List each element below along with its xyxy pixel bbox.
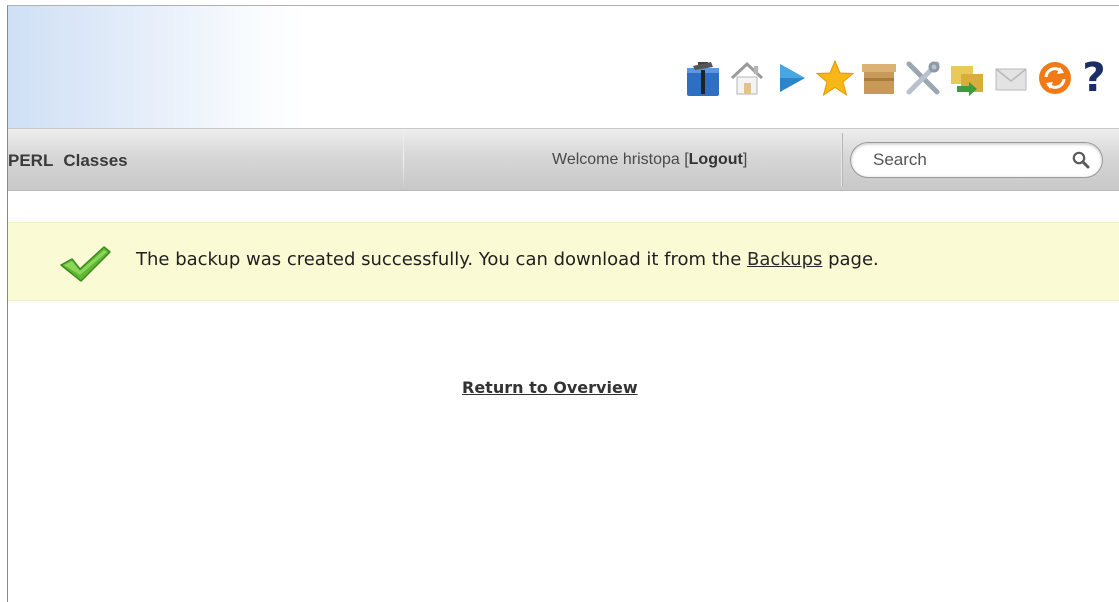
return-to-overview-link[interactable]: Return to Overview	[462, 378, 638, 397]
backups-link[interactable]: Backups	[747, 249, 822, 270]
favorites-star-icon[interactable]	[814, 57, 856, 99]
search-box	[850, 142, 1103, 178]
header-banner: ?	[8, 6, 1119, 128]
build-tools-icon[interactable]	[682, 57, 724, 99]
nav-divider	[403, 129, 404, 190]
transfer-icon[interactable]	[946, 57, 988, 99]
nav-link-classes[interactable]: Classes	[63, 151, 127, 171]
app-window: ? PERL Classes Welcome hristopa [Logout]…	[7, 5, 1119, 602]
nav-links: PERL Classes	[8, 151, 128, 171]
refresh-icon[interactable]	[1034, 57, 1076, 99]
tools-icon[interactable]	[902, 57, 944, 99]
welcome-suffix: ]	[742, 151, 748, 168]
search-input[interactable]	[871, 149, 1055, 171]
welcome-prefix: Welcome hristopa [	[552, 151, 689, 168]
checkmark-icon	[60, 246, 111, 282]
nav-link-perl[interactable]: PERL	[8, 151, 53, 171]
success-notice: The backup was created successfully. You…	[8, 222, 1119, 301]
search-icon[interactable]	[1072, 151, 1090, 169]
help-icon[interactable]: ?	[1078, 57, 1110, 99]
mail-icon[interactable]	[990, 57, 1032, 99]
notice-message: The backup was created successfully. You…	[136, 249, 879, 270]
toolbar: ?	[682, 56, 1110, 100]
play-icon[interactable]	[770, 57, 812, 99]
logout-link[interactable]: Logout	[689, 151, 743, 168]
welcome-message: Welcome hristopa [Logout]	[552, 151, 747, 169]
home-icon[interactable]	[726, 57, 768, 99]
archive-box-icon[interactable]	[858, 57, 900, 99]
notice-text-before: The backup was created successfully. You…	[136, 249, 748, 270]
nav-bar: PERL Classes Welcome hristopa [Logout]	[8, 128, 1119, 191]
search-divider	[841, 133, 842, 186]
notice-text-after: page.	[822, 249, 879, 270]
